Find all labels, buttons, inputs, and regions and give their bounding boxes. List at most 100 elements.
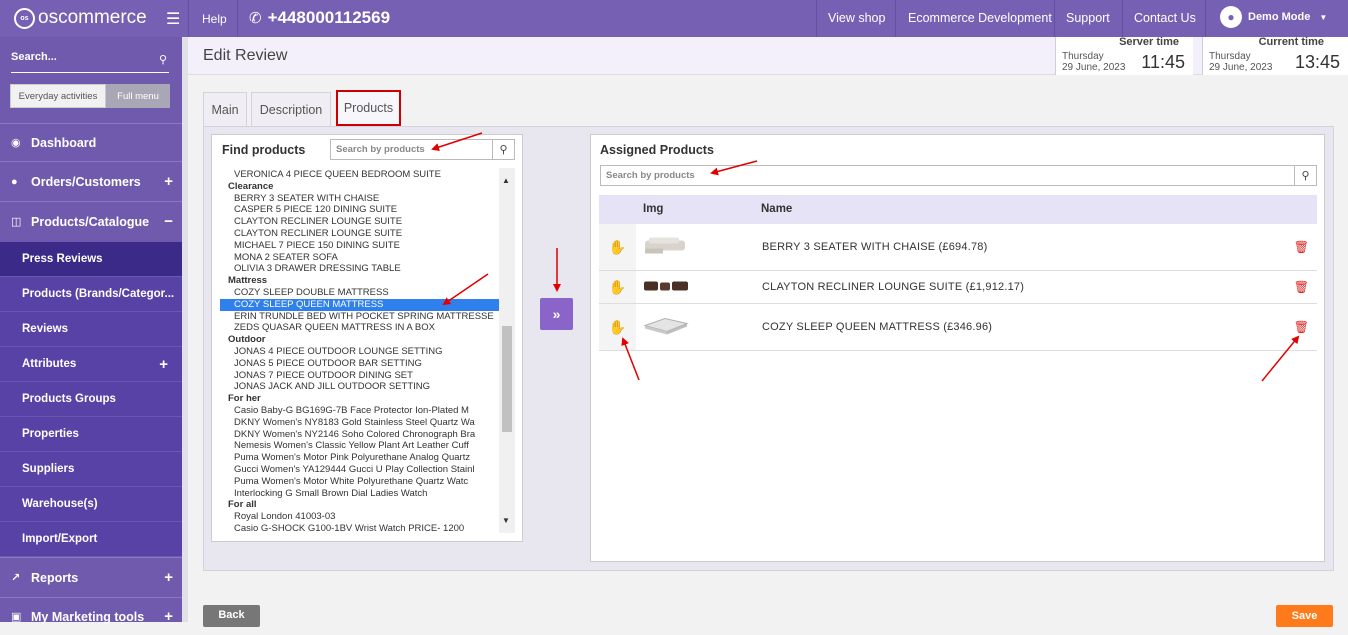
expand-icon[interactable]: + [164,608,173,625]
list-item[interactable]: CASPER 5 PIECE 120 DINING SUITE [220,204,509,216]
add-product-button[interactable]: » [540,298,573,330]
assigned-search-input[interactable]: Search by products ⚲ [600,165,1317,186]
sidebar-item-import-export[interactable]: Import/Export [0,521,182,556]
scroll-down-icon[interactable]: ▼ [502,516,510,525]
sidebar-item-attributes[interactable]: Attributes + [0,346,182,381]
tab-products[interactable]: Products [336,90,401,126]
column-img: Img [643,203,664,215]
list-item[interactable]: OLIVIA 3 DRAWER DRESSING TABLE [220,263,509,275]
sidebar-item-label: Orders/Customers [31,174,141,189]
list-item[interactable]: DKNY Women's NY8183 Gold Stainless Steel… [220,417,509,429]
current-time-label: Current time [1258,36,1324,48]
scrollbar-thumb[interactable] [502,326,512,432]
expand-icon[interactable]: + [159,356,168,373]
list-item[interactable]: ERIN TRUNDLE BED WITH POCKET SPRING MATT… [220,311,509,323]
list-item[interactable]: ZEDS QUASAR QUEEN MATTRESS IN A BOX [220,322,509,334]
sidebar-item-products-groups[interactable]: Products Groups [0,381,182,416]
product-list[interactable]: VERONICA 4 PIECE QUEEN BEDROOM SUITE Clea… [220,169,509,534]
view-shop-link[interactable]: View shop [828,11,885,25]
sidebar-search-input[interactable]: Search... ⚲ [11,51,169,73]
sidebar-item-orders-customers[interactable]: ● Orders/Customers + [0,161,182,201]
trash-icon[interactable]: 🗑 [1294,280,1309,294]
sidebar-item-dashboard[interactable]: ◉ Dashboard [0,123,182,161]
list-item[interactable]: DKNY Women's NY2146 Soho Colored Chronog… [220,429,509,441]
support-link[interactable]: Support [1066,11,1110,25]
sidebar-item-products-brands[interactable]: Products (Brands/Categor... [0,276,182,311]
tab-description[interactable]: Description [251,92,331,126]
trash-icon[interactable]: 🗑 [1294,320,1309,334]
list-item[interactable]: JONAS 7 PIECE OUTDOOR DINING SET [220,370,509,382]
current-date: 29 June, 2023 [1209,62,1273,73]
logo-badge-icon: os [14,7,35,29]
phone-number[interactable]: ✆ +448000112569 [249,8,390,28]
list-item[interactable]: MICHAEL 7 PIECE 150 DINING SUITE [220,240,509,252]
product-name: CLAYTON RECLINER LOUNGE SUITE (£1,912.17… [762,281,1025,293]
product-list-scrollbar[interactable]: ▲ ▼ [499,168,515,533]
list-item[interactable]: COZY SLEEP DOUBLE MATTRESS [220,287,509,299]
server-date: 29 June, 2023 [1062,62,1126,73]
sidebar-item-label: Products/Catalogue [31,214,150,229]
contact-us-link[interactable]: Contact Us [1134,11,1196,25]
sidebar: Search... ⚲ Everyday activities Full men… [0,37,182,625]
list-item[interactable]: Puma Women's Motor White Polyurethane Qu… [220,476,509,488]
sidebar-item-marketing-tools[interactable]: ▣ My Marketing tools + [0,597,182,635]
sidebar-item-reviews[interactable]: Reviews [0,311,182,346]
table-row: ✋ COZY SLEEP QUEEN MATTRESS (£346.96) 🗑 [599,304,1317,351]
save-button[interactable]: Save [1276,605,1333,627]
collapse-icon[interactable]: − [164,213,173,230]
drag-handle-icon[interactable]: ✋ [599,271,636,303]
list-item[interactable]: Casio G-SHOCK G100-1BV Wrist Watch PRICE… [220,523,509,534]
scroll-up-icon[interactable]: ▲ [502,176,510,185]
search-icon[interactable]: ⚲ [1294,166,1316,185]
list-item[interactable]: CLAYTON RECLINER LOUNGE SUITE [220,216,509,228]
sidebar-item-warehouses[interactable]: Warehouse(s) [0,486,182,521]
tab-main[interactable]: Main [203,92,247,126]
back-button[interactable]: Back [203,605,260,627]
search-icon[interactable]: ⚲ [159,53,167,66]
help-link[interactable]: Help [202,12,227,26]
sidebar-item-label: Dashboard [31,135,97,150]
list-item[interactable]: Puma Women's Motor Pink Polyurethane Ana… [220,452,509,464]
expand-icon[interactable]: + [164,173,173,190]
double-chevron-right-icon: » [552,306,561,322]
sidebar-item-label: Suppliers [22,463,75,475]
list-item[interactable]: JONAS 5 PIECE OUTDOOR BAR SETTING [220,358,509,370]
list-item[interactable]: MONA 2 SEATER SOFA [220,252,509,264]
sidebar-item-products-catalogue[interactable]: ◫ Products/Catalogue − [0,201,182,241]
top-bar: os oscommerce ☰ Help ✆ +448000112569 Vie… [0,0,1348,37]
list-item[interactable]: Nemesis Women's Classic Yellow Plant Art… [220,440,509,452]
sidebar-item-reports[interactable]: ↗ Reports + [0,557,182,597]
sidebar-item-press-reviews[interactable]: Press Reviews [0,241,182,276]
trash-icon[interactable]: 🗑 [1294,240,1309,254]
sidebar-item-properties[interactable]: Properties [0,416,182,451]
hamburger-menu-icon[interactable]: ☰ [166,9,180,29]
sidebar-item-label: Reports [31,570,79,585]
expand-icon[interactable]: + [164,569,173,586]
user-menu[interactable]: ● Demo Mode ▼ [1220,6,1327,28]
list-item[interactable]: Royal London 41003-03 [220,511,509,523]
list-item[interactable]: Casio Baby-G BG169G-7B Face Protector Io… [220,405,509,417]
list-item[interactable]: JONAS JACK AND JILL OUTDOOR SETTING [220,381,509,393]
list-item[interactable]: Gucci Women's YA129444 Gucci U Play Coll… [220,464,509,476]
list-item[interactable]: BERRY 3 SEATER WITH CHAISE [220,193,509,205]
list-item[interactable]: CLAYTON RECLINER LOUNGE SUITE [220,228,509,240]
oscommerce-logo[interactable]: os oscommerce [14,7,147,29]
drag-handle-icon[interactable]: ✋ [599,304,636,350]
list-item[interactable]: COZY SLEEP QUEEN MATTRESS [220,298,509,311]
sidebar-item-suppliers[interactable]: Suppliers [0,451,182,486]
sidebar-item-label: Press Reviews [22,253,103,265]
ecommerce-development-link[interactable]: Ecommerce Development [908,11,1052,25]
sidebar-search-placeholder: Search... [11,51,57,63]
sidebar-resize-handle[interactable] [182,37,188,622]
tab-everyday-activities[interactable]: Everyday activities [10,84,106,108]
sidebar-item-label: Properties [22,428,79,440]
find-products-search-input[interactable]: Search by products ⚲ [330,139,515,160]
phone-icon: ✆ [249,10,262,27]
page-header: Edit Review Server time Thursday 29 June,… [188,36,1348,75]
drag-handle-icon[interactable]: ✋ [599,224,636,270]
list-item[interactable]: VERONICA 4 PIECE QUEEN BEDROOM SUITE [220,169,509,181]
search-icon[interactable]: ⚲ [492,140,514,159]
list-item[interactable]: Interlocking G Small Brown Dial Ladies W… [220,488,509,500]
tab-full-menu[interactable]: Full menu [106,84,170,108]
list-item[interactable]: JONAS 4 PIECE OUTDOOR LOUNGE SETTING [220,346,509,358]
